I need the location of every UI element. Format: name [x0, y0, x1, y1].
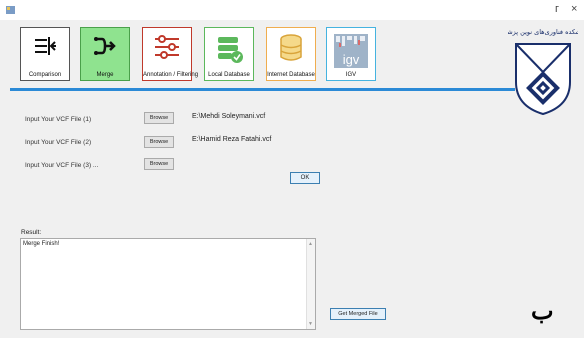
result-text: Merge Finish! — [23, 241, 60, 247]
vcf-input-1-label: Input Your VCF File (1) — [25, 116, 92, 123]
toolbar-label: Comparison — [28, 72, 62, 78]
merge-icon — [94, 37, 116, 55]
svg-text:دانشکده فناوری‌های نوین پزشکی: دانشکده فناوری‌های نوین پزشکی — [508, 28, 578, 36]
scroll-down-icon[interactable]: ▼ — [308, 321, 313, 327]
comparison-icon — [35, 37, 56, 55]
browse-button-1[interactable]: Browse — [144, 112, 174, 124]
vcf-input-2-label: Input Your VCF File (2) — [25, 139, 92, 146]
comparison-button[interactable]: Comparison — [20, 27, 70, 81]
database-check-icon — [218, 37, 243, 63]
title-bar: ᴦ × — [0, 0, 584, 20]
result-scrollbar[interactable]: ▲ ▼ — [306, 239, 315, 329]
app-icon — [6, 6, 15, 14]
sliders-icon — [155, 35, 179, 59]
toolbar-label: Local Database — [208, 72, 250, 78]
get-merged-file-button[interactable]: Get Merged File — [330, 308, 386, 320]
igv-logo-icon: igv — [334, 34, 368, 68]
minimize-button[interactable]: ᴦ — [555, 3, 559, 15]
toolbar-label: IGV — [345, 72, 357, 78]
browse-button-3[interactable]: Browse — [144, 158, 174, 170]
result-label: Result: — [21, 229, 42, 236]
toolbar-label: Merge — [96, 72, 114, 78]
header-separator — [10, 88, 515, 91]
toolbar-label: Internet Database — [267, 72, 315, 78]
igv-button[interactable]: igv IGV — [326, 27, 376, 81]
annotation-filtering-button[interactable]: Annotation / Filtering — [142, 27, 199, 81]
vcf-path-1: E:\Mehdi Soleymani.vcf — [192, 113, 266, 120]
toolbar-label: Annotation / Filtering — [143, 72, 199, 78]
internet-database-button[interactable]: Internet Database — [266, 27, 316, 81]
database-icon — [280, 34, 302, 61]
close-button[interactable]: × — [571, 3, 577, 15]
figure-panel-letter: ب — [531, 296, 554, 325]
vcf-input-3-label: Input Your VCF File (3) ... — [25, 162, 99, 169]
svg-text:igv: igv — [343, 52, 360, 67]
vcf-path-2: E:\Hamid Reza Fatahi.vcf — [192, 136, 272, 143]
university-logo: دانشکده فناوری‌های نوین پزشکی — [508, 28, 578, 116]
ok-button[interactable]: OK — [290, 172, 320, 184]
local-database-button[interactable]: Local Database — [204, 27, 254, 81]
browse-button-2[interactable]: Browse — [144, 136, 174, 148]
result-textbox[interactable]: Merge Finish! ▲ ▼ — [20, 238, 316, 330]
scroll-up-icon[interactable]: ▲ — [308, 241, 313, 247]
merge-button[interactable]: Merge — [80, 27, 130, 81]
